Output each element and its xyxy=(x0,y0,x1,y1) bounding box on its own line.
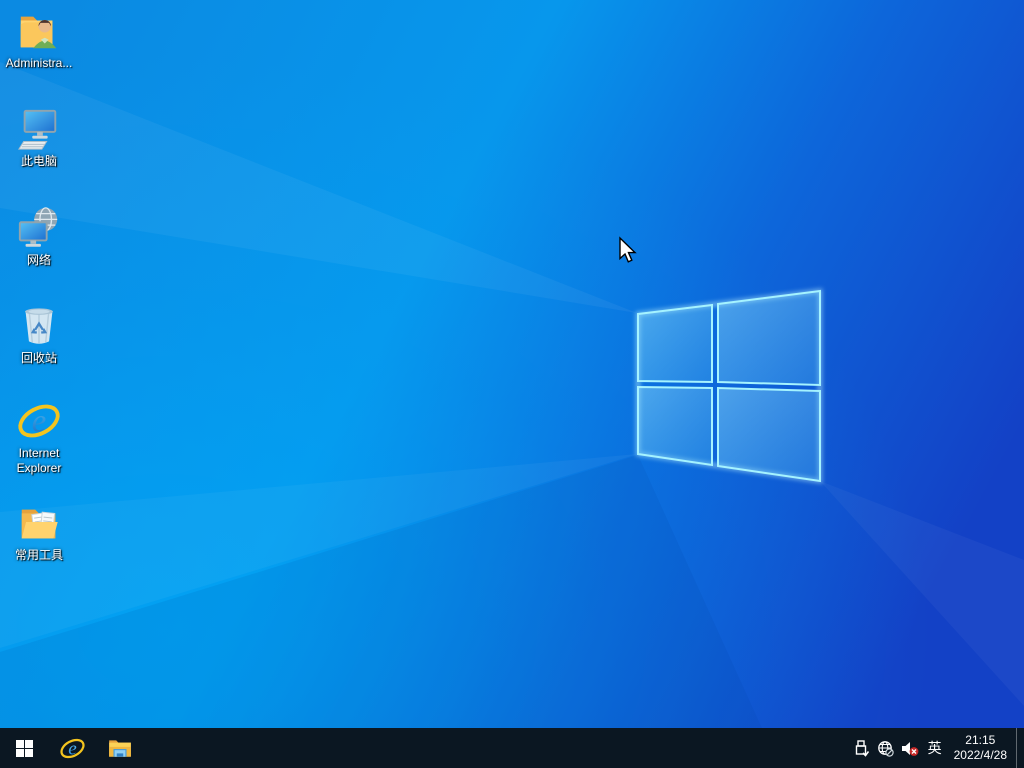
desktop-icon-label: Administra... xyxy=(5,56,73,70)
taskbar: e 英 21:15 2022/4/28 xyxy=(0,728,1024,768)
desktop-icon-administrator[interactable]: Administra... xyxy=(1,8,77,71)
ie-icon: e xyxy=(59,738,85,759)
network-icon xyxy=(18,207,58,247)
svg-text:e: e xyxy=(68,738,77,759)
start-button[interactable] xyxy=(0,728,48,768)
show-desktop-button[interactable] xyxy=(1016,728,1024,768)
taskbar-internet-explorer-button[interactable]: e xyxy=(48,728,96,768)
volume-muted-icon[interactable] xyxy=(898,728,922,768)
desktop-icon-network[interactable]: 网络 xyxy=(1,205,77,268)
svg-text:e: e xyxy=(32,404,46,440)
system-tray: 英 21:15 2022/4/28 xyxy=(850,728,1024,768)
clock-date: 2022/4/28 xyxy=(953,748,1007,762)
desktop-icon-this-pc[interactable]: 此电脑 xyxy=(1,106,77,169)
input-language-indicator[interactable]: 英 xyxy=(922,728,948,768)
recycle-bin-icon xyxy=(25,308,53,344)
desktop-wallpaper xyxy=(0,0,1024,768)
desktop-icon-internet-explorer[interactable]: e Internet Explorer xyxy=(1,398,77,476)
taskbar-file-explorer-button[interactable] xyxy=(96,728,144,768)
desktop-icon-recycle-bin[interactable]: 回收站 xyxy=(1,303,77,366)
ie-icon: e xyxy=(18,404,60,440)
user-folder-icon xyxy=(20,16,57,49)
folder-icon xyxy=(109,740,131,757)
clock-time: 21:15 xyxy=(965,733,996,747)
desktop-icon-label: 网络 xyxy=(26,253,51,267)
network-disconnected-icon[interactable] xyxy=(874,728,898,768)
windows-logo-icon xyxy=(15,739,33,757)
taskbar-clock[interactable]: 21:15 2022/4/28 xyxy=(948,728,1016,768)
usb-device-icon[interactable] xyxy=(850,728,874,768)
computer-icon xyxy=(18,109,57,150)
desktop-icon-label: 常用工具 xyxy=(14,548,63,562)
desktop-icon-label: 此电脑 xyxy=(20,154,57,168)
desktop-icon-label: Internet Explorer xyxy=(16,446,62,475)
desktop-icon-common-tools[interactable]: 常用工具 xyxy=(1,500,77,563)
tools-folder-icon xyxy=(21,509,58,539)
desktop-icon-label: 回收站 xyxy=(20,351,57,365)
